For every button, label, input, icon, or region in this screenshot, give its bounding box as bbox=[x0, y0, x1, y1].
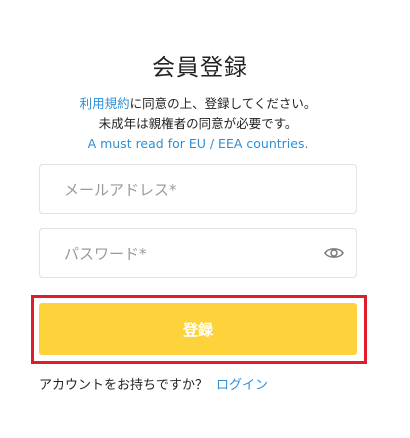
eye-icon[interactable] bbox=[324, 245, 344, 261]
eu-notice-link[interactable]: A must read for EU / EEA countries. bbox=[88, 136, 309, 151]
terms-link[interactable]: 利用規約 bbox=[80, 96, 130, 111]
terms-text: に同意の上、登録してください。 bbox=[129, 96, 317, 111]
login-prompt-text: アカウントをお持ちですか？ bbox=[39, 378, 209, 393]
login-prompt: アカウントをお持ちですか？ ログイン bbox=[39, 374, 268, 393]
password-field[interactable] bbox=[62, 229, 316, 279]
login-link[interactable]: ログイン bbox=[216, 378, 268, 393]
terms-notice: 利用規約に同意の上、登録してください。 未成年は親権者の同意が必要です。 A m… bbox=[0, 94, 396, 154]
page-title: 会員登録 bbox=[152, 55, 248, 81]
minor-notice: 未成年は親権者の同意が必要です。 bbox=[98, 116, 298, 131]
email-field[interactable] bbox=[62, 165, 316, 215]
register-button[interactable]: 登録 bbox=[39, 303, 357, 355]
password-field-box bbox=[39, 228, 357, 279]
terms-line: 利用規約に同意の上、登録してください。 bbox=[0, 94, 396, 114]
email-field-box bbox=[39, 164, 357, 215]
